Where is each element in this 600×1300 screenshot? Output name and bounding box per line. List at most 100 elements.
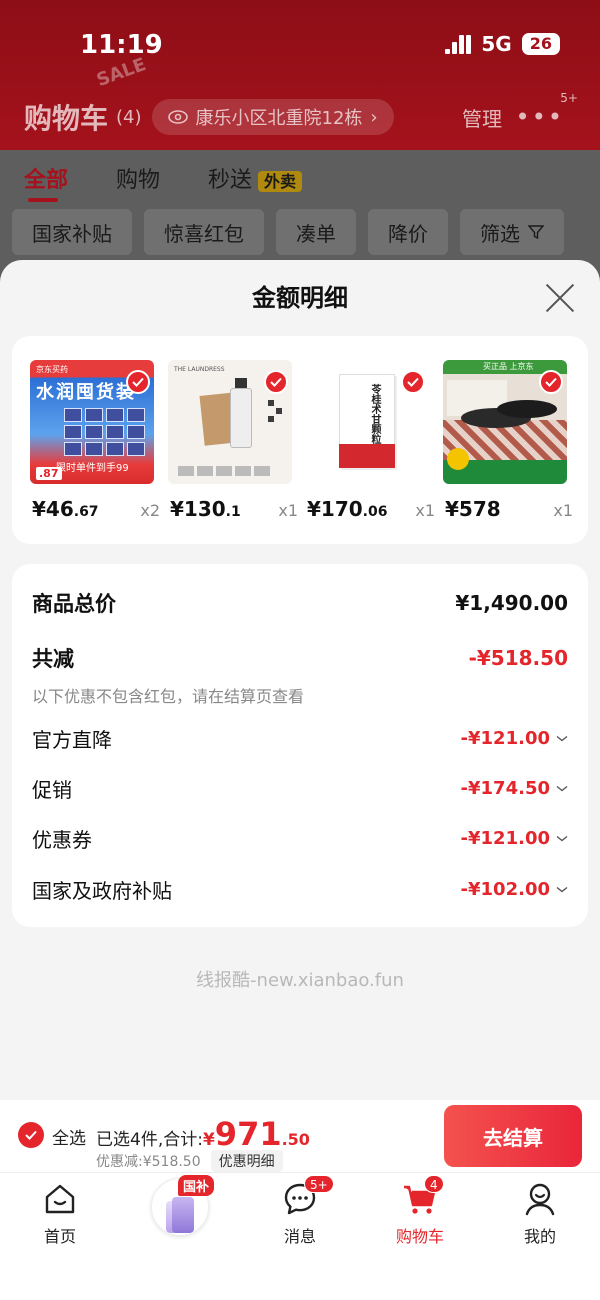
status-bar: 11:19 5G 26 (0, 0, 600, 90)
chevron-down-icon (556, 785, 568, 791)
cart-icon: 4 (402, 1175, 444, 1217)
filter-gov-subsidy[interactable]: 国家补贴 (12, 209, 132, 255)
chevron-down-icon (556, 886, 568, 892)
product-price-row: ¥46.67 x2 (32, 497, 160, 521)
checkout-bar: 全选 已选4件,合计: ¥971.50 优惠减:¥518.50 优惠明细 去结算 (0, 1100, 600, 1172)
tab-express[interactable]: 秒送 外卖 (208, 162, 303, 194)
discount-label: 优惠券 (32, 828, 92, 852)
product-price: ¥578 (445, 497, 501, 521)
checkmark-icon[interactable] (264, 370, 288, 394)
message-icon: 5+ (282, 1175, 334, 1217)
product-qty: x1 (415, 501, 435, 520)
cart-badge: 4 (424, 1175, 444, 1193)
bottom-tab-bar: 首页 5+ 消息 4 购物车 我的 (0, 1172, 600, 1300)
discount-row-coupon[interactable]: 优惠券 -¥121.00 (32, 824, 568, 853)
total-reduce-label: 共减 (32, 647, 74, 671)
discount-label: 官方直降 (32, 728, 112, 752)
more-icon[interactable]: ••• (516, 103, 564, 131)
sheet-title: 金额明细 (252, 284, 348, 312)
product-price: ¥130.1 (170, 497, 241, 521)
product-item[interactable]: 京东买药 水润囤货装 限时单件到手99 .87 ¥46.67 x2 (30, 360, 160, 521)
thumb-title: 苓桂术甘颗粒 (369, 384, 380, 444)
cart-count: (4) (116, 106, 142, 128)
discount-summary: 优惠减:¥518.50 优惠明细 (96, 1150, 283, 1172)
product-price: ¥46.67 (32, 497, 99, 521)
filter-price-drop[interactable]: 降价 (368, 209, 448, 255)
tab-shopping[interactable]: 购物 (116, 162, 160, 194)
filter-button[interactable]: 筛选 (460, 209, 564, 255)
discount-value: -¥121.00 (461, 728, 568, 749)
location-eye-icon (167, 110, 188, 124)
close-icon[interactable] (544, 282, 576, 314)
tab-cart[interactable]: 4 购物车 (360, 1175, 480, 1247)
product-thumbnail: 买正品 上京东 (443, 360, 567, 484)
status-indicators: 5G 26 (445, 32, 560, 56)
product-item[interactable]: 苓桂术甘颗粒 ¥170.06 x1 (305, 360, 435, 521)
tab-label: 购物车 (395, 1227, 444, 1246)
checkmark-icon[interactable] (126, 370, 150, 394)
select-all-checkbox[interactable] (18, 1122, 44, 1148)
product-item[interactable]: 买正品 上京东 ¥578 x1 (443, 360, 573, 521)
filter-chips: 国家补贴 惊喜红包 凑单 降价 筛选 (12, 209, 564, 255)
product-qty: x2 (140, 501, 160, 520)
manage-button[interactable]: 管理 (462, 103, 502, 132)
tab-express-label: 秒送 (208, 168, 253, 193)
filter-red-packet[interactable]: 惊喜红包 (144, 209, 264, 255)
product-strip: 京东买药 水润囤货装 限时单件到手99 .87 ¥46.67 x2 THE LA… (12, 336, 588, 544)
tab-messages[interactable]: 5+ 消息 (240, 1175, 360, 1247)
network-label: 5G (481, 32, 512, 56)
total-reduce-value: -¥518.50 (468, 646, 568, 670)
product-price: ¥170.06 (307, 497, 388, 521)
discount-row-official[interactable]: 官方直降 -¥121.00 (32, 724, 568, 753)
checkmark-icon[interactable] (401, 370, 425, 394)
status-time: 11:19 (80, 30, 163, 60)
discount-row-subsidy[interactable]: 国家及政府补贴 -¥102.00 (32, 875, 568, 904)
discount-row-promotion[interactable]: 促销 -¥174.50 (32, 774, 568, 803)
discount-value: -¥174.50 (461, 778, 568, 799)
discount-total-text: 优惠减:¥518.50 (96, 1154, 201, 1170)
tab-label: 首页 (43, 1227, 76, 1246)
filter-label: 筛选 (480, 221, 520, 246)
watermark: 线报酷-new.xianbao.fun (196, 970, 404, 991)
checkout-button[interactable]: 去结算 (444, 1105, 582, 1167)
discount-detail-link[interactable]: 优惠明细 (210, 1150, 283, 1172)
thumb-packs (64, 408, 145, 456)
product-thumbnail: 京东买药 水润囤货装 限时单件到手99 .87 (30, 360, 154, 484)
tab-all[interactable]: 全部 (24, 162, 68, 202)
chevron-down-icon (556, 835, 568, 841)
more-badge: 5+ (560, 91, 578, 105)
filter-bundle[interactable]: 凑单 (276, 209, 356, 255)
takeaway-tag: 外卖 (258, 171, 303, 192)
funnel-icon (528, 225, 544, 240)
total-amount: ¥971.50 (202, 1115, 310, 1153)
product-price-row: ¥578 x1 (445, 497, 573, 521)
tab-home[interactable]: 首页 (0, 1181, 120, 1247)
selected-count-text: 已选4件,合计: (96, 1130, 203, 1150)
product-thumbnail: THE LAUNDRESS (168, 360, 292, 484)
discount-note: 以下优惠不包含红包，请在结算页查看 (32, 687, 305, 706)
address-selector[interactable]: 康乐小区北重院12栋 › (151, 99, 394, 135)
total-price-row: 商品总价 ¥1,490.00 (32, 588, 568, 618)
select-all-label[interactable]: 全选 (52, 1124, 86, 1149)
gov-subsidy-tag: 国补 (178, 1175, 215, 1196)
signal-icon (445, 34, 472, 54)
product-price-row: ¥170.06 x1 (307, 497, 435, 521)
product-qty: x1 (278, 501, 298, 520)
total-price-label: 商品总价 (32, 592, 116, 616)
thumb-title: 水润囤货装 (36, 382, 136, 403)
home-icon (42, 1181, 78, 1217)
total-summary: 已选4件,合计: ¥971.50 (96, 1115, 310, 1153)
product-qty: x1 (553, 501, 573, 520)
total-price-value: ¥1,490.00 (455, 591, 568, 615)
cart-title-row: 购物车 (4) 康乐小区北重院12栋 › 管理 ••• 5+ (24, 91, 580, 139)
chevron-right-icon: › (370, 106, 378, 128)
product-item[interactable]: THE LAUNDRESS ¥130.1 x1 (168, 360, 298, 521)
tab-profile[interactable]: 我的 (480, 1181, 600, 1247)
battery-icon: 26 (521, 33, 560, 55)
page-title: 购物车 (24, 102, 109, 135)
discount-value: -¥121.00 (461, 828, 568, 849)
product-thumbnail: 苓桂术甘颗粒 (305, 360, 429, 484)
profile-icon (522, 1181, 558, 1217)
tab-label: 我的 (523, 1227, 556, 1246)
checkmark-icon[interactable] (539, 370, 563, 394)
